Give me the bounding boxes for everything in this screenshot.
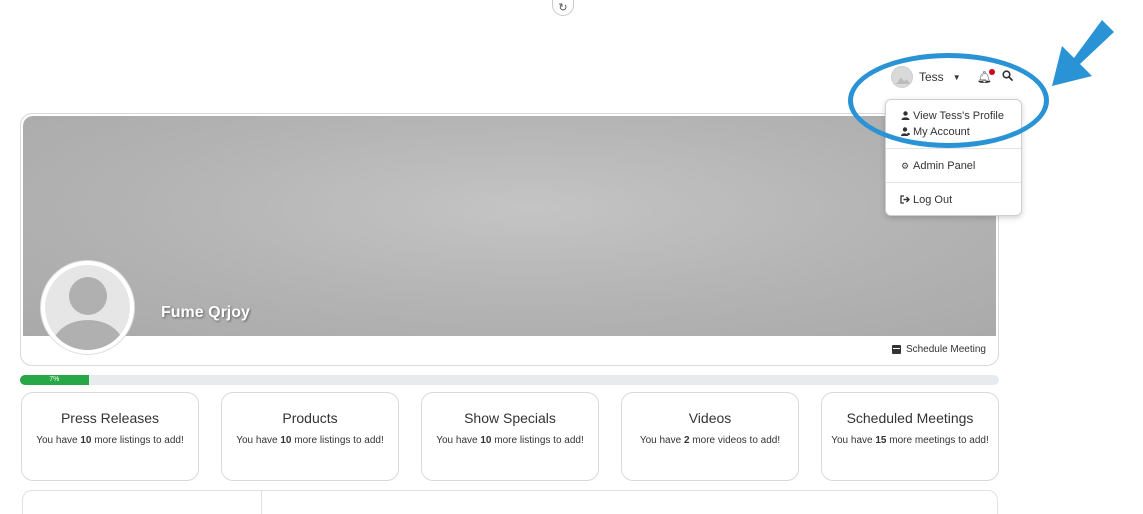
stat-description: You have 10 more listings to add!	[436, 435, 584, 446]
stat-card-scheduled-meetings[interactable]: Scheduled Meetings You have 15 more meet…	[821, 392, 999, 481]
menu-item-admin-panel[interactable]: ⚙ Admin Panel	[886, 159, 1021, 173]
stat-title: Videos	[688, 410, 732, 426]
menu-divider	[886, 182, 1021, 183]
completion-progress-bar: 7%	[20, 375, 999, 385]
profile-avatar[interactable]	[40, 260, 135, 355]
stat-title: Products	[282, 410, 338, 426]
gear-icon: ⚙	[900, 160, 910, 171]
stat-title: Show Specials	[464, 410, 556, 426]
menu-item-log-out[interactable]: Log Out	[886, 193, 1021, 207]
schedule-meeting-button[interactable]: Schedule Meeting	[891, 344, 986, 355]
bottom-section	[22, 490, 998, 514]
stat-description: You have 2 more videos to add!	[639, 435, 781, 446]
menu-divider	[886, 148, 1021, 149]
refresh-icon[interactable]: ↻	[552, 0, 574, 16]
profile-card: Fume Qrjoy Schedule Meeting	[20, 113, 999, 366]
stat-card-products[interactable]: Products You have 10 more listings to ad…	[221, 392, 399, 481]
stat-title: Press Releases	[60, 410, 160, 426]
arrow-icon	[1052, 20, 1114, 86]
cover-banner	[23, 116, 996, 336]
sign-out-icon	[900, 194, 910, 206]
stat-card-videos[interactable]: Videos You have 2 more videos to add!	[621, 392, 799, 481]
highlight-ellipse	[848, 53, 1049, 148]
company-name: Fume Qrjoy	[161, 304, 250, 321]
stat-card-show-specials[interactable]: Show Specials You have 10 more listings …	[421, 392, 599, 481]
progress-fill: 7%	[20, 375, 89, 385]
menu-item-label: Admin Panel	[913, 160, 976, 172]
stat-card-press-releases[interactable]: Press Releases You have 10 more listings…	[21, 392, 199, 481]
stat-description: You have 10 more listings to add!	[236, 435, 384, 446]
default-avatar-icon	[45, 265, 130, 350]
stat-title: Scheduled Meetings	[846, 410, 974, 426]
stats-row: Press Releases You have 10 more listings…	[21, 392, 999, 481]
calendar-icon	[891, 345, 901, 354]
menu-item-label: Log Out	[913, 194, 953, 206]
stat-description: You have 10 more listings to add!	[36, 435, 184, 446]
stat-description: You have 15 more meetings to add!	[831, 435, 989, 446]
schedule-meeting-label: Schedule Meeting	[905, 344, 986, 355]
